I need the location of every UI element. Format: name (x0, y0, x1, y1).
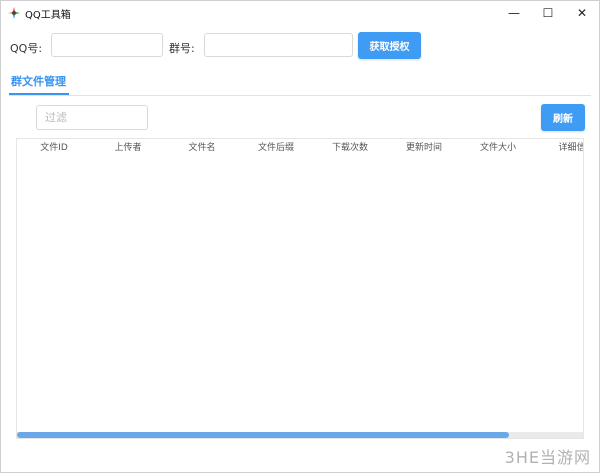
col-file-ext[interactable]: 文件后缀 (239, 139, 313, 157)
filter-input[interactable] (36, 105, 148, 130)
col-uploader[interactable]: 上传者 (91, 139, 165, 157)
watermark: 3HE当游网 (504, 448, 591, 467)
close-icon: ✕ (576, 6, 588, 20)
refresh-button[interactable]: 刷新 (541, 104, 585, 131)
tab-group-files[interactable]: 群文件管理 (11, 73, 66, 89)
close-button[interactable]: ✕ (565, 1, 599, 25)
get-auth-button[interactable]: 获取授权 (358, 32, 421, 59)
minimize-button[interactable]: — (497, 1, 531, 25)
file-table[interactable]: 文件ID 上传者 文件名 文件后缀 下载次数 更新时间 文件大小 详细信 (16, 138, 584, 439)
maximize-icon: ☐ (542, 6, 554, 20)
minimize-icon: — (508, 6, 520, 20)
qq-input[interactable] (51, 33, 163, 57)
title-bar[interactable]: QQ工具箱 — ☐ ✕ (1, 1, 599, 25)
col-file-size[interactable]: 文件大小 (461, 139, 535, 157)
col-download-count[interactable]: 下载次数 (313, 139, 387, 157)
tab-bar: 群文件管理 (9, 67, 591, 97)
qq-label: QQ号: (10, 42, 43, 55)
window-title: QQ工具箱 (25, 10, 71, 21)
group-label: 群号: (169, 42, 195, 55)
table-header: 文件ID 上传者 文件名 文件后缀 下载次数 更新时间 文件大小 详细信 (17, 139, 583, 157)
col-details[interactable]: 详细信 (535, 139, 583, 157)
col-file-name[interactable]: 文件名 (165, 139, 239, 157)
scrollbar-thumb[interactable] (17, 432, 510, 438)
app-window: QQ工具箱 — ☐ ✕ QQ号: 群号: 获取授权 群文件管理 刷新 文件ID … (0, 0, 600, 473)
col-file-id[interactable]: 文件ID (17, 139, 91, 157)
group-input[interactable] (204, 33, 353, 57)
col-update-time[interactable]: 更新时间 (387, 139, 461, 157)
horizontal-scrollbar[interactable] (17, 432, 583, 438)
app-icon (8, 7, 20, 19)
maximize-button[interactable]: ☐ (531, 1, 565, 25)
tab-divider (9, 95, 591, 96)
